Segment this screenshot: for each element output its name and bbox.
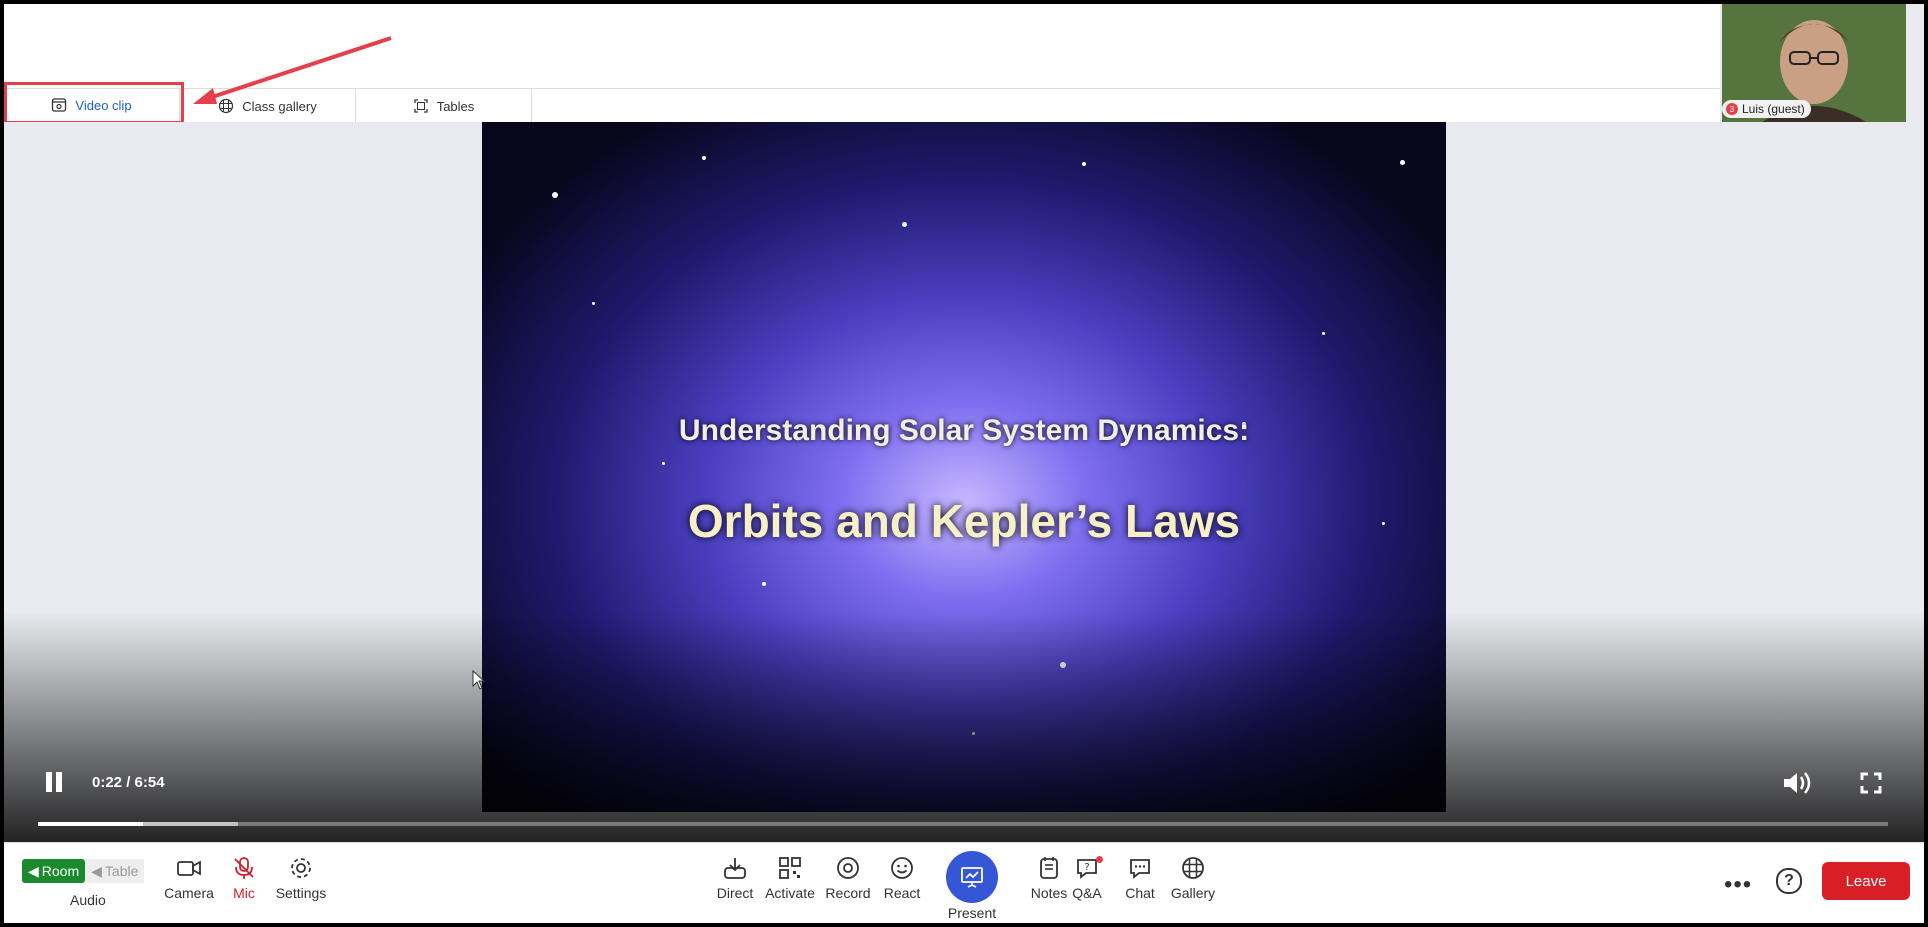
activate-label: Activate [765,885,815,901]
video-controls: 0:22 / 6:54 [4,762,1924,842]
tables-icon [414,99,428,113]
fullscreen-icon[interactable] [1860,772,1882,794]
app-frame: Video clip Class gallery Tables 3 Luis (… [4,4,1924,923]
video-progress-bar[interactable] [38,822,1888,826]
gear-icon [291,858,311,878]
qa-label: Q&A [1072,885,1102,901]
gallery-button[interactable]: Gallery [1158,855,1228,901]
speaker-muted-icon: ◀ [91,862,102,879]
tab-label: Tables [436,98,475,114]
pause-icon [46,772,52,792]
participant-badge: 3 [1726,103,1738,115]
settings-label: Settings [275,885,327,901]
room-label: Room [41,863,80,879]
star-decoration [592,302,595,305]
react-label: React [883,885,921,901]
react-button[interactable]: React [867,855,937,901]
gallery-label: Gallery [1170,885,1216,901]
star-decoration [1400,160,1405,165]
settings-button[interactable]: Settings [266,855,336,901]
bottom-toolbar: ◀ Room ◀ Table Audio Camera Mic Settings… [4,842,1924,923]
mic-label: Mic [233,885,255,901]
present-chart-icon [961,867,983,888]
annotation-arrow-icon [193,36,392,104]
audio-mode-toggle[interactable]: ◀ Room ◀ Table [22,859,145,883]
participant-name: Luis (guest) [1742,102,1805,116]
help-button[interactable]: ? [1776,868,1802,894]
room-audio-button[interactable]: ◀ Room [22,859,86,883]
video-time: 0:22 / 6:54 [92,774,165,791]
video-stage: Understanding Solar System Dynamics: Orb… [4,122,1924,842]
svg-text:?: ? [1084,862,1089,873]
star-decoration [662,462,665,465]
camera-icon [177,860,201,876]
direct-label: Direct [716,885,754,901]
present-button[interactable]: Present [939,851,1005,921]
record-label: Record [825,885,871,901]
globe-grid-icon [1182,857,1204,879]
record-icon [837,857,859,879]
participant-name-tag: 3 Luis (guest) [1722,100,1811,118]
chat-label: Chat [1125,885,1155,901]
present-label: Present [947,905,997,921]
played-fill [38,822,144,826]
speaker-icon: ◀ [28,862,39,879]
star-decoration [702,156,706,160]
star-decoration [902,222,907,227]
qr-scan-icon [779,857,801,879]
qa-notification-dot [1096,856,1103,863]
star-decoration [552,192,558,198]
mouse-cursor-icon [472,670,486,690]
pause-button[interactable] [44,772,64,792]
pause-icon [56,772,62,792]
mic-muted-icon [234,857,254,879]
table-label: Table [104,863,139,879]
video-title-line1: Understanding Solar System Dynamics: [678,414,1250,447]
video-title-line2: Orbits and Kepler’s Laws [687,495,1241,547]
star-decoration [1322,332,1325,335]
chat-icon [1130,859,1150,879]
table-audio-button[interactable]: ◀ Table [85,859,145,883]
camera-label: Camera [164,885,214,901]
volume-icon[interactable] [1782,770,1812,796]
smiley-icon [891,857,913,879]
star-decoration [1082,162,1086,166]
annotation-highlight-box [4,82,184,124]
present-circle [946,851,998,903]
more-options-button[interactable]: ••• [1724,871,1752,899]
star-decoration [762,582,766,586]
download-tray-icon [724,858,746,879]
leave-button[interactable]: Leave [1822,862,1910,900]
audio-label: Audio [70,892,106,908]
